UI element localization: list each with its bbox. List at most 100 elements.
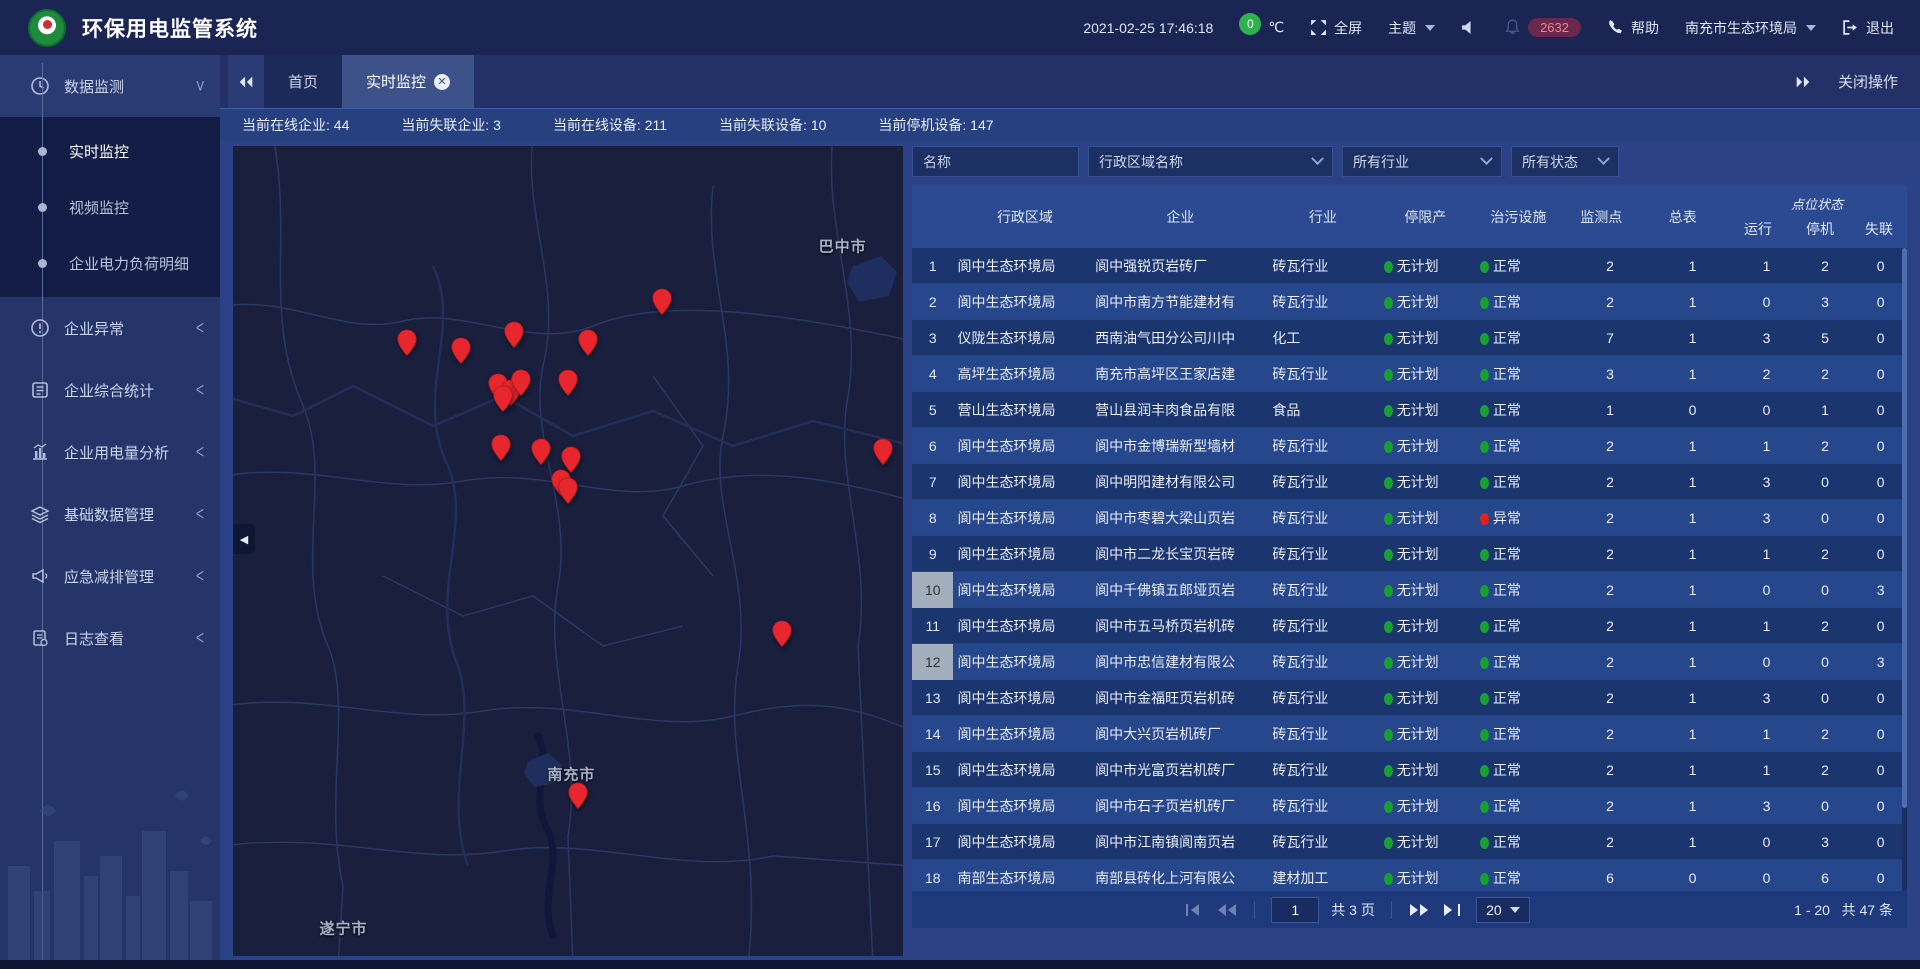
mute-button[interactable]	[1461, 19, 1478, 36]
sidebar-item-label: 企业用电量分析	[64, 442, 196, 463]
cell-meters: 1	[1648, 798, 1738, 814]
table-row[interactable]: 17阆中生态环境局阆中市江南镇阆南页岩砖瓦行业无计划正常21030	[912, 824, 1907, 860]
map-pin-icon[interactable]	[577, 329, 599, 357]
cell-company: 阆中千佛镇五郎垭页岩	[1095, 580, 1272, 600]
col-facility: 治污设施	[1473, 207, 1564, 227]
cell-meters: 0	[1648, 402, 1738, 418]
col-meters: 总表	[1639, 207, 1727, 227]
sidebar-subitem-1[interactable]: 实时监控	[0, 123, 220, 179]
cell-region: 阆中生态环境局	[953, 724, 1095, 744]
cell-plan-status: 无计划	[1384, 364, 1480, 384]
page-size-select[interactable]: 20	[1476, 897, 1530, 923]
cell-points: 2	[1572, 474, 1647, 490]
name-search-input[interactable]	[912, 146, 1079, 177]
cell-region: 阆中生态环境局	[953, 544, 1095, 564]
prev-page-button[interactable]	[1216, 902, 1238, 918]
status-dot-icon	[1480, 549, 1489, 561]
region-select[interactable]: 行政区域名称	[1088, 146, 1333, 177]
cell-industry: 建材加工	[1272, 868, 1383, 888]
map-pin-icon[interactable]	[490, 434, 512, 462]
map-panel[interactable]: 巴中市南充市遂宁市 ◀	[233, 146, 903, 956]
map-pin-icon[interactable]	[651, 288, 673, 316]
table-row[interactable]: 18南部生态环境局南部县砖化上河有限公建材加工无计划正常60060	[912, 860, 1907, 891]
table-row[interactable]: 9阆中生态环境局阆中市二龙长宝页岩砖砖瓦行业无计划正常21120	[912, 536, 1907, 572]
cell-region: 阆中生态环境局	[953, 688, 1095, 708]
table-row[interactable]: 16阆中生态环境局阆中市石子页岩机砖厂砖瓦行业无计划正常21300	[912, 788, 1907, 824]
sidebar-item-1[interactable]: 数据监测ᐯ	[0, 55, 220, 117]
cell-run: 0	[1737, 870, 1795, 886]
table-row[interactable]: 14阆中生态环境局阆中大兴页岩机砖厂砖瓦行业无计划正常21120	[912, 716, 1907, 752]
logout-button[interactable]: 退出	[1842, 18, 1894, 38]
cell-plan-status: 无计划	[1384, 544, 1480, 564]
sidebar-item-7[interactable]: 日志查看ᐸ	[0, 607, 220, 669]
status-select[interactable]: 所有状态	[1511, 146, 1619, 177]
map-pin-icon[interactable]	[530, 438, 552, 466]
map-pin-icon[interactable]	[557, 477, 579, 505]
cell-plan-status: 无计划	[1384, 796, 1480, 816]
table-row[interactable]: 4高坪生态环境局南充市高坪区王家店建砖瓦行业无计划正常31220	[912, 356, 1907, 392]
sidebar-item-3[interactable]: 企业综合统计ᐸ	[0, 359, 220, 421]
cell-industry: 砖瓦行业	[1272, 796, 1383, 816]
next-page-button[interactable]	[1408, 902, 1430, 918]
sidebar-item-5[interactable]: 基础数据管理ᐸ	[0, 483, 220, 545]
table-row[interactable]: 12阆中生态环境局阆中市忠信建材有限公砖瓦行业无计划正常21003	[912, 644, 1907, 680]
table-scrollbar-thumb[interactable]	[1902, 248, 1907, 808]
close-operations-button[interactable]: 关闭操作	[1838, 71, 1898, 92]
table-row[interactable]: 7阆中生态环境局阆中明阳建材有限公司砖瓦行业无计划正常21300	[912, 464, 1907, 500]
sidebar-subitem-2[interactable]: 视频监控	[0, 179, 220, 235]
sidebar-item-2[interactable]: 企业异常ᐸ	[0, 297, 220, 359]
table-row[interactable]: 8阆中生态环境局阆中市枣碧大梁山页岩砖瓦行业无计划异常21300	[912, 500, 1907, 536]
alert-icon	[30, 318, 50, 338]
tab-home[interactable]: 首页	[264, 55, 342, 108]
fullscreen-button[interactable]: 全屏	[1310, 18, 1362, 38]
org-dropdown[interactable]: 南充市生态环境局	[1685, 18, 1816, 38]
table-row[interactable]: 10阆中生态环境局阆中千佛镇五郎垭页岩砖瓦行业无计划正常21003	[912, 572, 1907, 608]
map-pin-icon[interactable]	[450, 337, 472, 365]
sidebar-item-6[interactable]: 应急减排管理ᐸ	[0, 545, 220, 607]
map-pin-icon[interactable]	[492, 385, 514, 413]
table-row[interactable]: 5营山生态环境局营山县润丰肉食品有限食品无计划正常10010	[912, 392, 1907, 428]
help-button[interactable]: 帮助	[1607, 18, 1659, 38]
table-row[interactable]: 15阆中生态环境局阆中市光富页岩机砖厂砖瓦行业无计划正常21120	[912, 752, 1907, 788]
table-row[interactable]: 13阆中生态环境局阆中市金福旺页岩机砖砖瓦行业无计划正常21300	[912, 680, 1907, 716]
map-pin-icon[interactable]	[503, 321, 525, 349]
tabs-scroll-left-button[interactable]	[228, 55, 264, 108]
cell-index: 9	[912, 536, 953, 572]
cell-points: 2	[1572, 618, 1647, 634]
industry-select[interactable]: 所有行业	[1342, 146, 1502, 177]
theme-dropdown[interactable]: 主题	[1388, 18, 1435, 38]
cell-points: 2	[1572, 438, 1647, 454]
first-page-button[interactable]	[1182, 902, 1204, 918]
tabbar-right: 关闭操作	[1794, 55, 1920, 108]
sidebar-item-4[interactable]: 企业用电量分析ᐸ	[0, 421, 220, 483]
page-number-input[interactable]	[1271, 897, 1319, 923]
cell-points: 2	[1572, 654, 1647, 670]
cell-meters: 1	[1648, 618, 1738, 634]
table-row[interactable]: 2阆中生态环境局阆中市南方节能建材有砖瓦行业无计划正常21030	[912, 284, 1907, 320]
total-pages-label: 共 3 页	[1331, 900, 1375, 920]
table-row[interactable]: 3仪陇生态环境局西南油气田分公司川中化工无计划正常71350	[912, 320, 1907, 356]
last-page-button[interactable]	[1442, 902, 1464, 918]
table-row[interactable]: 6阆中生态环境局阆中市金博瑞新型墙材砖瓦行业无计划正常21120	[912, 428, 1907, 464]
tab-realtime-monitor[interactable]: 实时监控 ✕	[342, 55, 474, 108]
panel-collapse-button[interactable]: ◀	[233, 524, 255, 554]
cell-run: 3	[1737, 474, 1795, 490]
notifications-button[interactable]: 2632	[1504, 18, 1581, 37]
sidebar-subitem-3[interactable]: 企业电力负荷明细	[0, 235, 220, 291]
map-pin-icon[interactable]	[567, 782, 589, 810]
map-pin-icon[interactable]	[872, 438, 894, 466]
cell-stop: 3	[1796, 834, 1854, 850]
tabs-scroll-right-button[interactable]	[1794, 75, 1812, 89]
map-pin-icon[interactable]	[396, 329, 418, 357]
cell-industry: 砖瓦行业	[1272, 580, 1383, 600]
table-row[interactable]: 1阆中生态环境局阆中强锐页岩砖厂砖瓦行业无计划正常21120	[912, 248, 1907, 284]
sidebar-subitem-label: 实时监控	[69, 141, 129, 162]
close-icon[interactable]: ✕	[434, 74, 450, 90]
cell-index: 6	[912, 428, 953, 464]
status-stat: 当前失联设备: 10	[719, 115, 826, 135]
table-scrollbar[interactable]	[1902, 248, 1907, 891]
table-row[interactable]: 11阆中生态环境局阆中市五马桥页岩机砖砖瓦行业无计划正常21120	[912, 608, 1907, 644]
cell-region: 阆中生态环境局	[953, 580, 1095, 600]
map-pin-icon[interactable]	[557, 369, 579, 397]
map-pin-icon[interactable]	[771, 620, 793, 648]
